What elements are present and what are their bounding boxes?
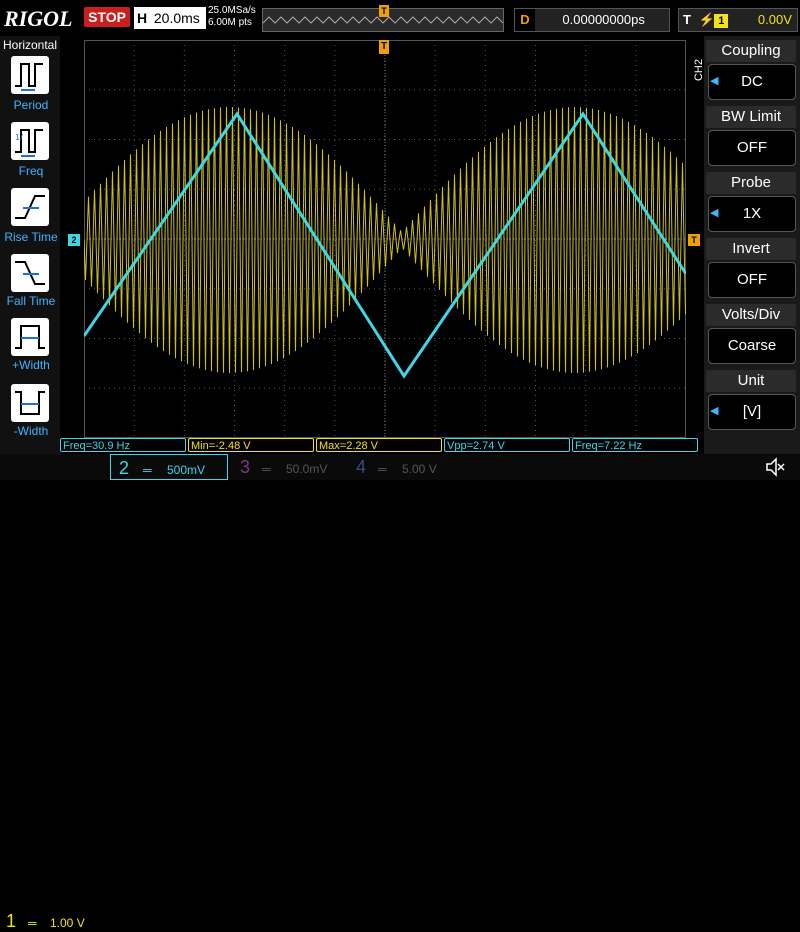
trigger-display[interactable]: T ⚡ 1 0.00V xyxy=(678,8,798,32)
trigger-label: T xyxy=(683,12,691,27)
timebase-value: 20.0ms xyxy=(153,10,200,26)
negative-width-icon xyxy=(15,391,45,415)
memory-depth: 6.00M pts xyxy=(208,17,252,28)
period-icon xyxy=(15,63,43,91)
trigger-source: 1 xyxy=(714,13,729,28)
fall-time-icon xyxy=(15,261,45,285)
invert-menu[interactable]: Invert OFF xyxy=(706,238,796,300)
memory-overview-strip: T xyxy=(262,5,504,32)
period-button[interactable] xyxy=(11,56,49,94)
trigger-level-marker[interactable]: T xyxy=(688,234,700,246)
invert-value[interactable]: OFF xyxy=(708,262,796,298)
probe-value[interactable]: 1X xyxy=(708,196,796,232)
ch4-status[interactable]: 4 ═ 5.00 V xyxy=(350,454,460,480)
negative-width-button[interactable] xyxy=(11,384,49,422)
measurement-bar: Freq=30.9 Hz Min=-2.48 V Max=2.28 V Vpp=… xyxy=(60,438,700,452)
ch3-status[interactable]: 3 ═ 50.0mV xyxy=(234,454,344,480)
delay-display[interactable]: D 0.00000000ps xyxy=(514,8,670,32)
rising-edge-icon: ⚡ xyxy=(698,12,715,27)
waveform-graticule xyxy=(82,40,688,438)
dc-coupling-icon: ═ xyxy=(28,916,37,930)
run-stop-status[interactable]: STOP xyxy=(84,7,130,27)
probe-arrow-icon: ◀ xyxy=(710,207,719,219)
ch1-number: 1 xyxy=(6,911,17,931)
bw-limit-title: BW Limit xyxy=(706,106,796,128)
volts-div-value[interactable]: Coarse xyxy=(708,328,796,364)
measurement-item[interactable]: Freq=7.22 Hz xyxy=(572,438,698,452)
ch2-offset-marker[interactable]: 2 xyxy=(68,234,80,246)
trigger-position-marker[interactable]: T xyxy=(379,40,389,54)
coupling-arrow-icon: ◀ xyxy=(710,75,719,87)
coupling-title: Coupling xyxy=(706,40,796,62)
fall-time-button[interactable] xyxy=(11,254,49,292)
speaker-mute-icon[interactable] xyxy=(764,456,786,478)
unit-arrow-icon: ◀ xyxy=(710,405,719,417)
ch4-scale: 5.00 V xyxy=(402,462,437,476)
ch3-number: 3 xyxy=(240,457,251,477)
ch2-number: 2 xyxy=(119,458,130,478)
positive-width-icon xyxy=(15,325,45,349)
bw-limit-value[interactable]: OFF xyxy=(708,130,796,166)
rise-time-icon xyxy=(15,195,45,219)
dc-coupling-icon: ═ xyxy=(378,462,387,476)
ch1-status[interactable]: 1 ═ 1.00 V xyxy=(0,454,108,931)
waveform-display[interactable] xyxy=(82,40,688,438)
unit-value[interactable]: [V] xyxy=(708,394,796,430)
acquisition-info: 25.0MSa/s 6.00M pts xyxy=(208,5,256,29)
coupling-menu[interactable]: Coupling DC ◀ xyxy=(706,40,796,102)
unit-menu[interactable]: Unit [V] ◀ xyxy=(706,370,796,432)
left-menu-title: Horizontal xyxy=(2,38,58,52)
ch1-scale: 1.00 V xyxy=(50,916,85,930)
probe-menu[interactable]: Probe 1X ◀ xyxy=(706,172,796,234)
frequency-button[interactable]: 1/ xyxy=(11,122,49,160)
delay-label: D xyxy=(515,9,535,31)
dc-coupling-icon: ═ xyxy=(262,462,271,476)
coupling-value[interactable]: DC xyxy=(708,64,796,100)
period-label: Period xyxy=(13,98,49,112)
unit-title: Unit xyxy=(706,370,796,392)
measurement-item[interactable]: Max=2.28 V xyxy=(316,438,442,452)
measurement-item[interactable]: Vpp=2.74 V xyxy=(444,438,570,452)
rise-time-button[interactable] xyxy=(11,188,49,226)
probe-title: Probe xyxy=(706,172,796,194)
negative-width-label: -Width xyxy=(13,424,49,438)
svg-text:1/: 1/ xyxy=(15,133,23,142)
ch2-status[interactable]: 2 ═ 500mV xyxy=(110,454,228,480)
volts-div-title: Volts/Div xyxy=(706,304,796,326)
invert-title: Invert xyxy=(706,238,796,260)
frequency-label: Freq xyxy=(18,164,44,178)
ch3-scale: 50.0mV xyxy=(286,462,328,476)
ch2-scale: 500mV xyxy=(167,463,206,477)
bw-limit-menu[interactable]: BW Limit OFF xyxy=(706,106,796,168)
dc-coupling-icon: ═ xyxy=(143,463,152,477)
trigger-level: 0.00V xyxy=(757,12,792,27)
measurement-item[interactable]: Freq=30.9 Hz xyxy=(60,438,186,452)
ch4-number: 4 xyxy=(356,457,367,477)
brand-logo: RIGOL xyxy=(4,6,73,31)
delay-value: 0.00000000ps xyxy=(562,12,645,27)
frequency-icon: 1/ xyxy=(15,129,43,157)
horizontal-label: H xyxy=(136,10,148,26)
fall-time-label: Fall Time xyxy=(6,294,56,308)
timebase-display[interactable]: H 20.0ms xyxy=(134,7,206,29)
positive-width-label: +Width xyxy=(12,358,50,372)
channel-menu-tag: CH2 xyxy=(693,58,706,82)
volts-div-menu[interactable]: Volts/Div Coarse xyxy=(706,304,796,366)
sample-rate: 25.0MSa/s xyxy=(208,5,256,16)
rise-time-label: Rise Time xyxy=(4,230,58,244)
memory-trigger-marker: T xyxy=(379,5,389,17)
measurement-item[interactable]: Min=-2.48 V xyxy=(188,438,314,452)
positive-width-button[interactable] xyxy=(11,318,49,356)
